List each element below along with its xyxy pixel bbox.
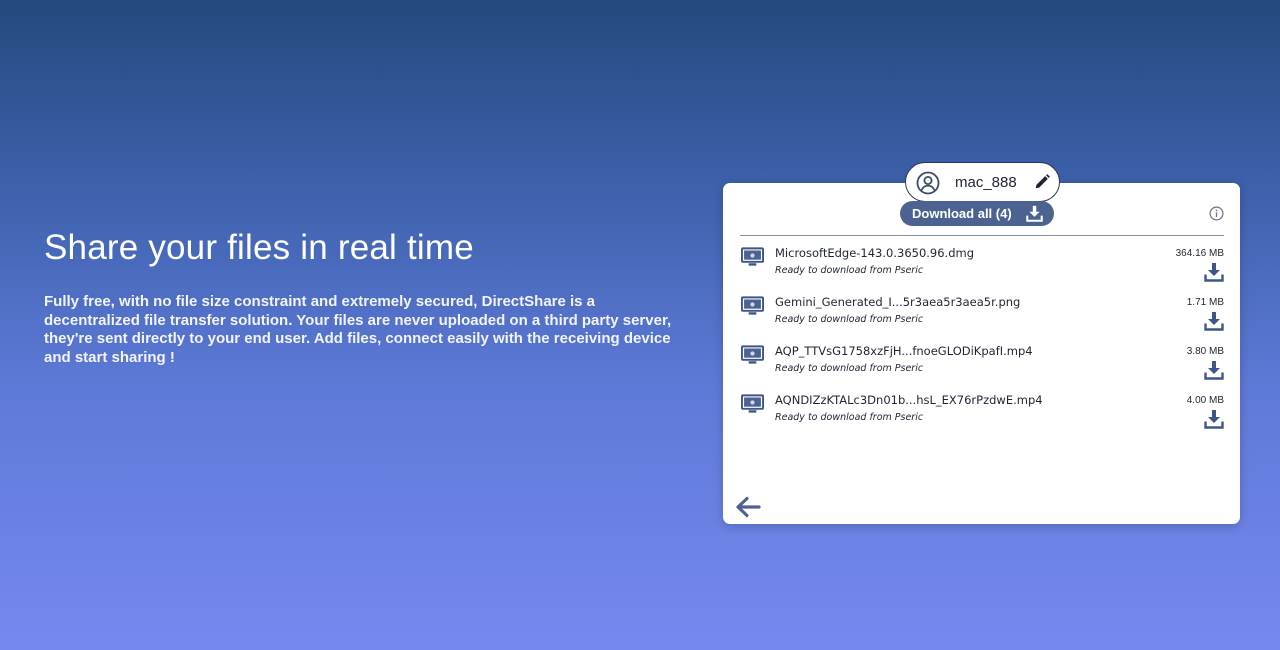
file-name: MicrosoftEdge-143.0.3650.96.dmg (775, 246, 975, 260)
file-status: Ready to download from Pseric (775, 363, 924, 374)
file-size: 364.16 MB (1175, 248, 1224, 259)
file-status: Ready to download from Pseric (775, 265, 924, 276)
file-list: MicrosoftEdge-143.0.3650.96.dmg Ready to… (740, 243, 1226, 439)
file-row: AQP_TTVsG1758xzFjH...fnoeGLODiKpafI.mp4 … (740, 341, 1226, 390)
info-icon[interactable] (1209, 206, 1224, 221)
file-row: MicrosoftEdge-143.0.3650.96.dmg Ready to… (740, 243, 1226, 292)
file-size: 1.71 MB (1186, 297, 1224, 308)
file-status: Ready to download from Pseric (775, 314, 924, 325)
download-icon[interactable] (1204, 311, 1224, 331)
user-pill: mac_888 (905, 162, 1060, 202)
username-label: mac_888 (955, 174, 1017, 191)
monitor-apple-icon (741, 296, 764, 315)
file-status: Ready to download from Pseric (775, 412, 924, 423)
hero-description: Fully free, with no file size constraint… (44, 293, 672, 366)
pencil-icon[interactable] (1033, 173, 1051, 191)
monitor-apple-icon (741, 394, 764, 413)
file-size: 4.00 MB (1186, 395, 1224, 406)
download-all-button[interactable]: Download all (4) (900, 201, 1054, 226)
file-name: AQNDIZzKTALc3Dn01b...hsL_EX76rPzdwE.mp4 (775, 393, 1043, 407)
file-row: AQNDIZzKTALc3Dn01b...hsL_EX76rPzdwE.mp4 … (740, 390, 1226, 439)
arrow-left-icon[interactable] (735, 495, 761, 519)
download-icon[interactable] (1204, 409, 1224, 429)
file-row: Gemini_Generated_I...5r3aea5r3aea5r.png … (740, 292, 1226, 341)
monitor-apple-icon (741, 247, 764, 266)
monitor-apple-icon (741, 345, 764, 364)
file-name: Gemini_Generated_I...5r3aea5r3aea5r.png (775, 295, 1021, 309)
download-icon (1026, 205, 1043, 222)
header-divider (740, 235, 1224, 236)
download-all-label: Download all (4) (912, 206, 1012, 221)
user-circle-icon (916, 171, 940, 195)
file-name: AQP_TTVsG1758xzFjH...fnoeGLODiKpafI.mp4 (775, 344, 1033, 358)
download-icon[interactable] (1204, 360, 1224, 380)
hero-title: Share your files in real time (44, 228, 474, 267)
download-icon[interactable] (1204, 262, 1224, 282)
file-size: 3.80 MB (1186, 346, 1224, 357)
